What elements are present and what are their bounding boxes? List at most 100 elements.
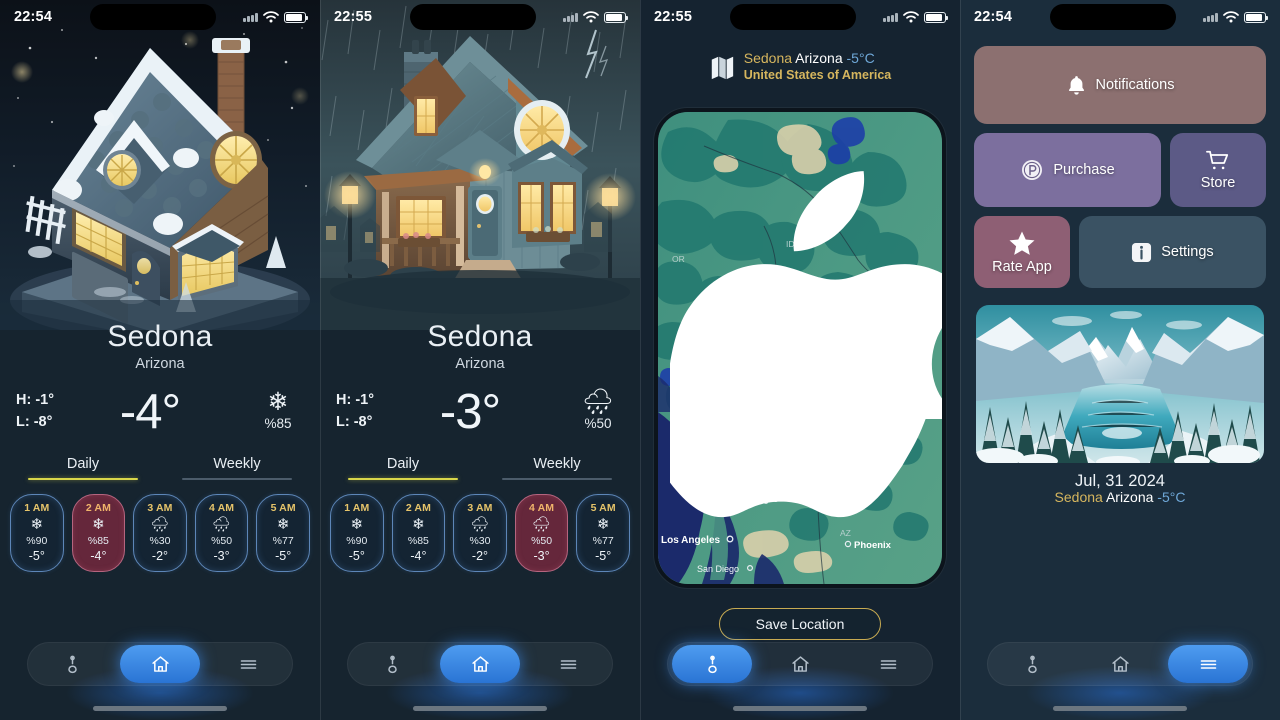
hero-illustration-snowy-cottage (0, 0, 320, 330)
current-temperature: -3° (439, 384, 501, 439)
settings-label: Settings (1161, 244, 1214, 260)
notifications-button[interactable]: Notifications (974, 46, 1266, 124)
bottom-nav-wrap (640, 642, 960, 686)
hour-percent: %77 (272, 535, 294, 548)
hour-temp: -3° (533, 549, 550, 564)
tab-weekly-label: Weekly (533, 455, 581, 472)
city-name: Sedona (427, 320, 533, 353)
hour-card[interactable]: 1 AM ❄ %90 -5° (330, 493, 384, 573)
bottom-nav (347, 642, 613, 686)
nav-location-button[interactable] (32, 645, 112, 683)
hourly-forecast-list: 1 AM ❄ %90 -5° 2 AM ❄ %85 -4° 3 AM 🌧 %30… (0, 480, 320, 573)
nav-location-button[interactable] (672, 645, 752, 683)
cloud-rain-icon: 🌧 (582, 388, 614, 416)
hour-percent: %77 (592, 535, 614, 548)
hour-card[interactable]: 4 AM 🌧 %50 -3° (194, 493, 249, 573)
hour-time: 5 AM (270, 501, 296, 514)
snowflake-icon: ❄ (350, 515, 364, 533)
hour-card[interactable]: 5 AM ❄ %77 -5° (256, 493, 310, 573)
hour-card[interactable]: 3 AM 🌧 %30 -2° (133, 493, 187, 573)
home-indicator (93, 706, 227, 711)
region-name: Arizona (455, 355, 505, 372)
nav-home-button[interactable] (440, 645, 520, 683)
nav-home-button[interactable] (760, 645, 840, 683)
low-temp: L: -8° (336, 413, 373, 430)
dynamic-island (409, 4, 536, 30)
map-view[interactable]: Salt Lake City Las Vegas Los Angeles San… (654, 108, 946, 588)
status-indicators (1203, 11, 1269, 23)
apple-maps-label: Maps (670, 112, 942, 575)
wifi-icon (263, 11, 279, 23)
temperature-row: H: -1° L: -8° -4° ❄ %85 (0, 372, 320, 440)
tab-weekly[interactable]: Weekly (480, 456, 634, 480)
nav-home-button[interactable] (120, 645, 200, 683)
battery-icon (1243, 11, 1269, 23)
nav-location-button[interactable] (992, 645, 1072, 683)
hour-time: 1 AM (344, 501, 370, 514)
store-button[interactable]: Store (1170, 133, 1266, 207)
settings-button[interactable]: Settings (1078, 216, 1266, 288)
cart-icon (1204, 149, 1232, 173)
menu-row-2: Purchase Store (974, 133, 1266, 207)
city-name: Sedona (107, 320, 213, 353)
cellular-signal-icon (883, 13, 898, 22)
wifi-icon (583, 11, 599, 23)
coin-icon (1020, 158, 1044, 182)
cloud-rain-icon: 🌧 (150, 515, 170, 533)
purchase-button[interactable]: Purchase (974, 133, 1162, 207)
hour-percent: %30 (149, 535, 171, 548)
notifications-label: Notifications (1095, 77, 1175, 93)
weather-info: Sedona Arizona H: -1° L: -8° -4° ❄ %85 D… (0, 320, 320, 573)
hour-card[interactable]: 2 AM ❄ %85 -4° (391, 493, 446, 573)
tab-underline (501, 477, 613, 480)
tab-weekly[interactable]: Weekly (160, 456, 314, 480)
map-temp: -5°C (846, 50, 875, 66)
panel-weather-snow: 22:54 Sedona Arizona H: -1° L: -8° -4° ❄… (0, 0, 320, 720)
hour-card[interactable]: 4 AM 🌧 %50 -3° (514, 493, 569, 573)
current-temperature: -4° (119, 384, 181, 439)
hourly-forecast-list: 1 AM ❄ %90 -5° 2 AM ❄ %85 -4° 3 AM 🌧 %30… (320, 480, 640, 573)
nav-location-button[interactable] (352, 645, 432, 683)
hour-card[interactable]: 1 AM ❄ %90 -5° (10, 493, 64, 573)
forecast-tabs: Daily Weekly (320, 456, 640, 480)
tab-daily[interactable]: Daily (326, 456, 480, 480)
hour-card[interactable]: 2 AM ❄ %85 -4° (71, 493, 126, 573)
tab-daily[interactable]: Daily (6, 456, 160, 480)
weather-info: Sedona Arizona H: -1° L: -8° -3° 🌧 %50 D… (320, 320, 640, 573)
hour-temp: -5° (28, 549, 45, 564)
menu-row-3: Rate App Settings (974, 216, 1266, 288)
hero-illustration-rainy-cottage (320, 0, 640, 330)
high-temp: H: -1° (336, 392, 375, 409)
region-name: Arizona (135, 355, 185, 372)
menu-buttons: Notifications Purchase Store Rate App Se… (974, 46, 1266, 297)
map-state: Arizona (795, 50, 843, 66)
dynamic-island (89, 4, 216, 30)
forecast-tabs: Daily Weekly (0, 456, 320, 480)
snowflake-icon: ❄ (412, 515, 425, 533)
hour-temp: -3° (213, 549, 230, 564)
rate-app-button[interactable]: Rate App (974, 216, 1070, 288)
hour-temp: -5° (595, 549, 612, 564)
nav-menu-button[interactable] (208, 645, 288, 683)
nav-home-button[interactable] (1080, 645, 1160, 683)
hour-card[interactable]: 3 AM 🌧 %30 -2° (453, 493, 507, 573)
hour-card[interactable]: 5 AM ❄ %77 -5° (576, 493, 630, 573)
snowflake-icon: ❄ (30, 515, 44, 533)
hour-percent: %50 (531, 535, 553, 548)
hour-percent: %85 (407, 535, 429, 548)
map-icon (711, 56, 733, 79)
save-location-button[interactable]: Save Location (719, 608, 881, 640)
map-header-text: Sedona Arizona -5°C United States of Ame… (744, 50, 892, 83)
photo-city: Sedona (1054, 489, 1103, 505)
snowflake-icon: ❄ (596, 515, 610, 533)
bottom-nav-wrap (960, 642, 1280, 686)
hour-percent: %85 (87, 535, 109, 548)
panel-map: 22:55 Sedona Arizona -5°C United States … (640, 0, 960, 720)
nav-menu-button[interactable] (1168, 645, 1248, 683)
hour-temp: -2° (151, 549, 169, 564)
status-indicators (243, 11, 309, 23)
temperature-row: H: -1° L: -8° -3° 🌧 %50 (320, 372, 640, 440)
nav-menu-button[interactable] (848, 645, 928, 683)
nav-menu-button[interactable] (528, 645, 608, 683)
wifi-icon (903, 11, 919, 23)
